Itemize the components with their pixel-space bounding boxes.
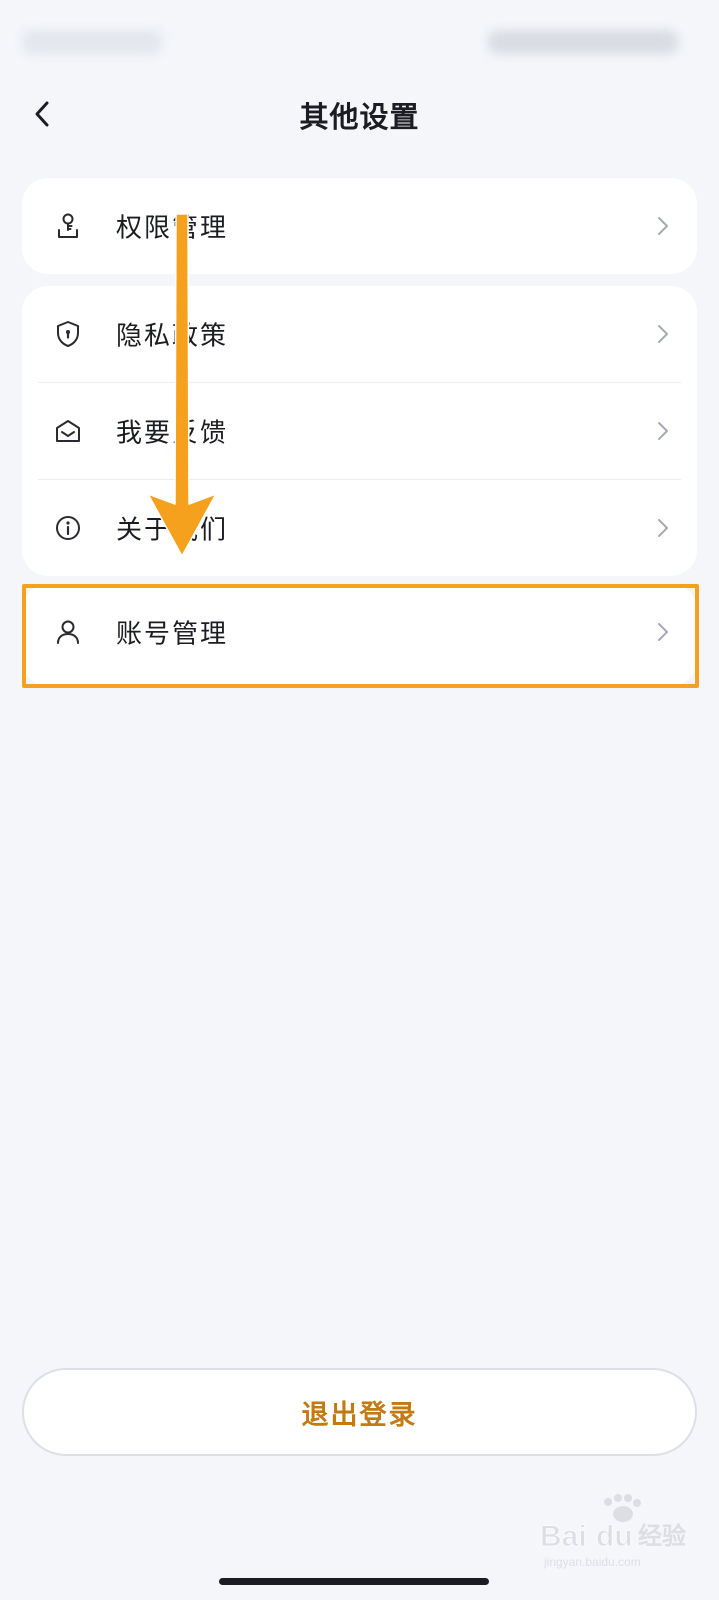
status-bar-time-blurred	[22, 30, 162, 54]
status-bar-indicators-blurred	[488, 30, 678, 54]
svg-text:Bai: Bai	[540, 1520, 587, 1553]
shield-icon	[54, 320, 82, 348]
svg-text:经验: 经验	[638, 1522, 686, 1550]
menu-item-about-us[interactable]: 关于我们	[22, 480, 697, 576]
chevron-right-icon	[657, 323, 671, 345]
baidu-jingyan-watermark-logo: Bai du 经验 jingyan.baidu.com	[540, 1494, 686, 1569]
settings-card-info: 隐私政策 我要反馈 关于我们	[22, 286, 697, 576]
settings-card-permissions: 权限管理	[22, 178, 697, 274]
settings-card-account: 账号管理	[22, 584, 697, 686]
menu-item-permissions[interactable]: 权限管理	[22, 178, 697, 274]
page-title: 其他设置	[299, 100, 420, 134]
permission-icon	[54, 212, 82, 240]
chevron-right-icon	[657, 517, 671, 539]
nav-bar: 其他设置	[0, 80, 719, 154]
menu-item-privacy-policy[interactable]: 隐私政策	[22, 286, 697, 382]
home-indicator	[219, 1578, 489, 1585]
menu-item-label: 权限管理	[116, 213, 229, 244]
chevron-right-icon	[657, 215, 671, 237]
svg-text:jingyan.baidu.com: jingyan.baidu.com	[543, 1555, 641, 1569]
menu-item-label: 账号管理	[116, 619, 229, 650]
menu-item-feedback[interactable]: 我要反馈	[22, 383, 697, 479]
chevron-right-icon	[657, 420, 671, 442]
logout-label: 退出登录	[301, 1399, 418, 1431]
menu-item-label: 关于我们	[116, 515, 229, 546]
svg-text:du: du	[596, 1520, 633, 1553]
status-bar	[0, 0, 719, 80]
envelope-icon	[54, 417, 82, 445]
user-icon	[54, 618, 82, 646]
chevron-right-icon	[657, 621, 671, 643]
menu-item-account-management[interactable]: 账号管理	[22, 584, 697, 680]
info-icon	[54, 514, 82, 542]
menu-item-label: 我要反馈	[116, 418, 229, 449]
menu-item-label: 隐私政策	[116, 321, 229, 352]
logout-button[interactable]: 退出登录	[22, 1368, 697, 1456]
